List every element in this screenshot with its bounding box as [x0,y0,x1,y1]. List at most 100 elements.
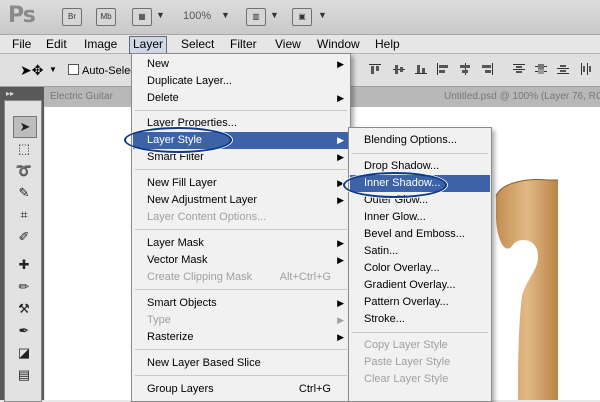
layer-style-submenu: Blending Options... Drop Shadow... Inner… [348,127,492,402]
distribute-center-icon[interactable] [534,63,548,75]
submenu-arrow-icon: ▶ [337,298,344,308]
menu-item-label: Clear Layer Style [364,373,449,385]
menu-item-label: Stroke... [364,313,405,325]
submenu-arrow-icon: ▶ [337,238,344,248]
distribute-left-icon[interactable] [580,63,594,75]
move-tool-icon[interactable]: ➤ [13,116,37,138]
menu-item-delete[interactable]: Delete ▶ [133,90,349,107]
menu-item-label: Pattern Overlay... [364,296,449,308]
menu-bar: File Edit Image Layer Select Filter View… [0,35,600,54]
menu-item-color-overlay[interactable]: Color Overlay... [350,260,490,277]
arrange-documents-icon[interactable]: ▥ [246,8,266,26]
submenu-arrow-icon: ▶ [337,332,344,342]
menu-item-shortcut: Ctrl+G [298,383,331,395]
distribute-top-icon[interactable] [512,63,526,75]
menu-separator [135,375,347,376]
submenu-arrow-icon: ▶ [337,59,344,69]
menu-item-gradient-overlay[interactable]: Gradient Overlay... [350,277,490,294]
guitar-headstock-image [495,179,558,400]
brush-tool-icon[interactable]: ✏ [13,277,35,297]
menu-item-label: Type [147,314,171,326]
menu-select[interactable]: Select [178,36,217,52]
menu-item-inner-glow[interactable]: Inner Glow... [350,209,490,226]
chevron-down-icon[interactable]: ▼ [156,10,165,20]
menu-item-satin[interactable]: Satin... [350,243,490,260]
application-bar: Ps Br Mb ▦ ▼ 100% ▼ ▥ ▼ ▣ ▼ [0,0,600,35]
menu-filter[interactable]: Filter [227,36,260,52]
lasso-tool-icon[interactable]: ➰ [13,161,35,181]
document-tab-electric-guitar[interactable]: Electric Guitar [50,91,113,102]
auto-select-checkbox[interactable]: Auto-Select [68,64,139,77]
menu-item-label: Delete [147,92,179,104]
move-tool-icon[interactable]: ➤✥ [20,62,43,79]
zoom-level[interactable]: 100% [183,10,211,22]
menu-item-label: Blending Options... [364,134,457,146]
collapse-panel-icon[interactable]: ▸▸ [6,89,14,98]
submenu-arrow-icon: ▶ [337,135,344,145]
eyedropper-tool-icon[interactable]: ✐ [13,227,35,247]
marquee-tool-icon[interactable]: ⬚ [13,139,35,159]
menu-item-label: New [147,58,170,70]
align-left-icon[interactable] [436,63,450,75]
menu-file[interactable]: File [9,36,34,52]
menu-item-label: Color Overlay... [364,262,440,274]
chevron-down-icon[interactable]: ▼ [49,65,57,74]
view-extras-icon[interactable]: ▦ [132,8,152,26]
align-bottom-icon[interactable] [414,63,428,75]
mini-bridge-button[interactable]: Mb [96,8,116,26]
menu-item-vector-mask[interactable]: Vector Mask ▶ [133,252,349,269]
crop-tool-icon[interactable]: ⌗ [13,205,35,225]
menu-item-label: Duplicate Layer... [147,75,232,87]
menu-window[interactable]: Window [314,36,363,52]
distribute-bottom-icon[interactable] [556,63,570,75]
bridge-button[interactable]: Br [62,8,82,26]
menu-separator [352,332,488,333]
menu-item-label: Bevel and Emboss... [364,228,465,240]
align-top-icon[interactable] [368,63,382,75]
menu-help[interactable]: Help [372,36,403,52]
menu-item-blending-options[interactable]: Blending Options... [350,132,490,149]
menu-item-bevel-and-emboss[interactable]: Bevel and Emboss... [350,226,490,243]
menu-item-stroke[interactable]: Stroke... [350,311,490,328]
screen-mode-icon[interactable]: ▣ [292,8,312,26]
menu-item-label: Drop Shadow... [364,160,440,172]
menu-item-smart-objects[interactable]: Smart Objects ▶ [133,295,349,312]
photoshop-logo: Ps [8,3,36,28]
align-right-icon[interactable] [480,63,494,75]
align-horizontal-center-icon[interactable] [458,63,472,75]
menu-item-new[interactable]: New ▶ [133,56,349,73]
submenu-arrow-icon: ▶ [337,93,344,103]
menu-item-label: Inner Glow... [364,211,426,223]
menu-item-label: Paste Layer Style [364,356,451,368]
menu-item-pattern-overlay[interactable]: Pattern Overlay... [350,294,490,311]
healing-brush-tool-icon[interactable]: ✚ [13,255,35,275]
menu-image[interactable]: Image [81,36,120,52]
gradient-tool-icon[interactable]: ▤ [13,365,35,385]
document-tab-untitled[interactable]: Untitled.psd @ 100% (Layer 76, RGB [444,91,600,102]
align-vertical-center-icon[interactable] [392,63,406,75]
menu-item-label: New Adjustment Layer [147,194,258,206]
chevron-down-icon[interactable]: ▼ [221,10,230,20]
chevron-down-icon[interactable]: ▼ [318,10,327,20]
menu-item-new-adjustment-layer[interactable]: New Adjustment Layer ▶ [133,192,349,209]
menu-item-group-layers[interactable]: Group Layers Ctrl+G [133,381,349,398]
submenu-arrow-icon: ▶ [337,255,344,265]
menu-item-clear-layer-style: Clear Layer Style [350,371,490,388]
menu-item-label: Group Layers [147,383,214,395]
menu-edit[interactable]: Edit [43,36,70,52]
quick-selection-tool-icon[interactable]: ✎ [13,183,35,203]
highlight-ellipse-inner-shadow [343,172,447,198]
clone-stamp-tool-icon[interactable]: ⚒ [13,299,35,319]
menu-item-rasterize[interactable]: Rasterize ▶ [133,329,349,346]
menu-item-duplicate-layer[interactable]: Duplicate Layer... [133,73,349,90]
menu-view[interactable]: View [272,36,304,52]
menu-layer[interactable]: Layer [129,36,168,54]
menu-item-new-fill-layer[interactable]: New Fill Layer ▶ [133,175,349,192]
menu-item-layer-mask[interactable]: Layer Mask ▶ [133,235,349,252]
layer-menu-dropdown: New ▶ Duplicate Layer... Delete ▶ Layer Pr… [131,53,351,402]
menu-item-label: Satin... [364,245,399,257]
menu-item-new-layer-based-slice[interactable]: New Layer Based Slice [133,355,349,372]
history-brush-tool-icon[interactable]: ✒ [13,321,35,341]
eraser-tool-icon[interactable]: ◪ [13,343,35,363]
chevron-down-icon[interactable]: ▼ [270,10,279,20]
